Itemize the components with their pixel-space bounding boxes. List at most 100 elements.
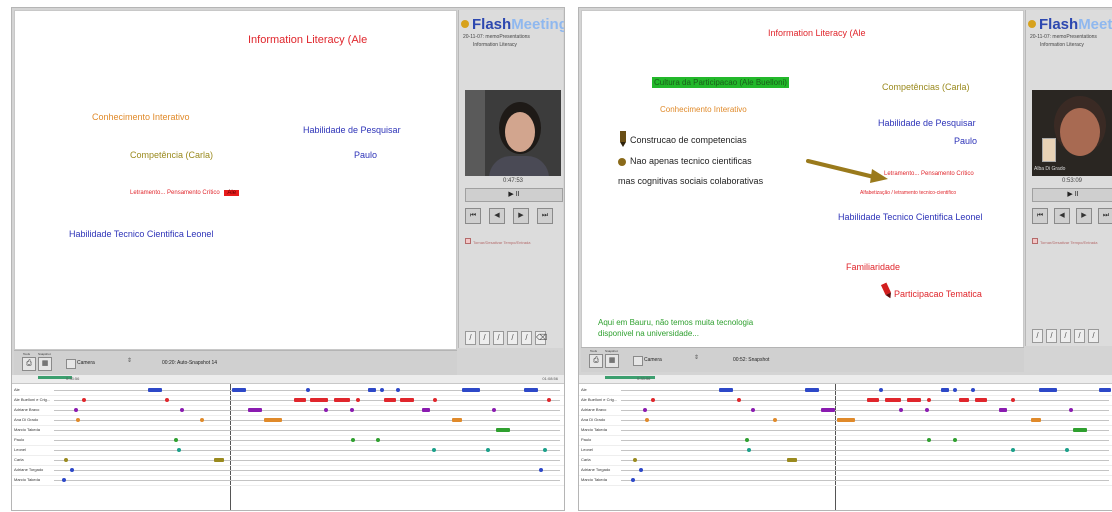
note-universidade[interactable]: disponivel na universidade...: [598, 330, 699, 338]
whiteboard[interactable]: Information Literacy (Ale Conhecimento I…: [14, 10, 457, 350]
note-familiaridade[interactable]: Familiaridade: [846, 263, 900, 272]
right-flashmeeting-window: Information Literacy (Ale Cultura da Par…: [578, 7, 1112, 511]
note-construcao[interactable]: Construcao de competencias: [618, 131, 747, 147]
stepper-icon[interactable]: ⇕: [127, 357, 132, 364]
checkbox-icon[interactable]: [1032, 238, 1038, 244]
snapshot-label: Snapshot: [605, 349, 618, 353]
note-bauru[interactable]: Aqui em Bauru, não temos muita tecnologi…: [598, 319, 753, 327]
note-habilidade-tecnico[interactable]: Habilidade Tecnico Cientifica Leonel: [838, 213, 982, 222]
face-shape: [505, 112, 535, 152]
pen4-icon[interactable]: /: [1074, 329, 1085, 343]
whiteboard[interactable]: Information Literacy (Ale Cultura da Par…: [581, 10, 1024, 348]
note-title[interactable]: Information Literacy (Ale: [248, 35, 367, 46]
print-icon[interactable]: ⎙: [22, 357, 36, 371]
note-conhecimento[interactable]: Conhecimento Interativo: [92, 113, 190, 122]
note-competencia[interactable]: Competência (Carla): [130, 151, 213, 160]
flashmeeting-logo: FlashMeeting: [1028, 16, 1112, 33]
side-panel: FlashMeeting 20-11-07: memoPresentations…: [458, 10, 564, 348]
note-alfabetizacao[interactable]: Alfabetização / letramento tecnico-cient…: [860, 191, 956, 196]
toggle-checkbox[interactable]: Tornar/Desativar Tempo/Entrada: [465, 238, 531, 245]
pen2-icon[interactable]: /: [1046, 329, 1057, 343]
meeting-subtitle: Information Literacy: [1040, 42, 1084, 48]
flashmeeting-logo: FlashMeeting: [461, 16, 564, 33]
pen-icon[interactable]: /: [1032, 329, 1043, 343]
note-habilidade-tecnico[interactable]: Habilidade Tecnico Cientifica Leonel: [69, 230, 213, 239]
rewind-icon[interactable]: ⏮: [465, 208, 481, 224]
note-cognitivas[interactable]: mas cognitivas sociais colaborativas: [618, 177, 763, 186]
end-icon[interactable]: ⏭: [537, 208, 553, 224]
checkbox-icon[interactable]: [465, 238, 471, 244]
note-competencias[interactable]: Competências (Carla): [882, 83, 970, 92]
note-habilidade-pesquisar[interactable]: Habilidade de Pesquisar: [878, 119, 976, 128]
status-text: 00:52: Snapshot: [733, 357, 770, 363]
letramento-tag: Ale: [224, 190, 240, 196]
tools-label: Tools: [23, 352, 31, 356]
note-nao-apenas[interactable]: Nao apenas tecnico cientificas: [618, 157, 752, 166]
marker-pen-icon: [880, 282, 891, 299]
snapshot-icon[interactable]: ▦: [38, 357, 52, 371]
bottom-toolbar: Tools Snapshot ⎙ ▦ Camera ⇕ 00:20: Auto-…: [14, 350, 457, 375]
note-letramento-text: Letramento... Pensamento Crítico: [130, 190, 220, 196]
bullet-icon: [618, 157, 626, 166]
note-habilidade-pesquisar[interactable]: Habilidade de Pesquisar: [303, 126, 401, 135]
pen3-icon[interactable]: /: [1060, 329, 1071, 343]
tools-label: Tools: [590, 349, 598, 353]
elapsed-time: 0:53:09: [1061, 178, 1083, 184]
forward-icon[interactable]: ▶: [1076, 208, 1092, 224]
timeline-end: 01:08:56: [542, 376, 558, 381]
snapshot-label: Snapshot: [38, 352, 51, 356]
elapsed-time: 0:47:53: [502, 178, 524, 184]
bottom-toolbar: Tools Snapshot ⎙ ▦ Camera ⇕ 00:52: Snaps…: [581, 347, 1024, 372]
play-pause-button[interactable]: ▶ II: [465, 188, 563, 202]
note-participacao[interactable]: Participacao Tematica: [880, 282, 982, 299]
note-cultura[interactable]: Cultura da Participacao (Ale Buelloni): [652, 77, 789, 88]
timeline-panel[interactable]: 0:33:56 01:08:56 Ale Ale Buelloni e Crig…: [12, 375, 564, 510]
note-conhecimento[interactable]: Conhecimento Interativo: [660, 106, 747, 114]
pen5-icon[interactable]: /: [521, 331, 532, 345]
timeline-start: 0:33:56: [66, 376, 80, 381]
face-shape: [1060, 108, 1100, 156]
video-caption: Alba Di Grado: [1034, 166, 1066, 172]
end-icon[interactable]: ⏭: [1098, 208, 1112, 224]
eraser-icon[interactable]: ⌫: [535, 331, 547, 345]
meeting-subtitle: Information Literacy: [473, 42, 517, 48]
note-title[interactable]: Information Literacy (Ale: [768, 29, 866, 38]
toggle-checkbox[interactable]: Tornar/Desativar Tempo/Entrada: [1032, 238, 1098, 245]
pen4-icon[interactable]: /: [507, 331, 518, 345]
pen3-icon[interactable]: /: [493, 331, 504, 345]
snapshot-icon[interactable]: ▦: [605, 354, 619, 368]
timeline-row: Marcio Takeda: [12, 475, 564, 486]
timeline-start: 0:33:56: [637, 376, 651, 381]
forward-icon[interactable]: ▶: [513, 208, 529, 224]
print-icon[interactable]: ⎙: [589, 354, 603, 368]
note-paulo[interactable]: Paulo: [354, 151, 377, 160]
camera-label: Camera: [644, 357, 662, 363]
drawing-tools: / / / / / ⌫: [459, 326, 563, 348]
marker-pen-icon: [620, 131, 626, 147]
note-paulo[interactable]: Paulo: [954, 137, 977, 146]
drawing-tools: / / / / /: [1026, 324, 1112, 346]
timeline-row: Marcio Takeda: [579, 475, 1112, 486]
camera-checkbox[interactable]: [633, 356, 643, 366]
meeting-date: 20-11-07: memoPresentations: [463, 34, 530, 40]
logo-dot-icon: [461, 20, 469, 28]
pen5-icon[interactable]: /: [1088, 329, 1099, 343]
timeline-panel[interactable]: 0:33:56 Ale Ale Buelloni e Crig... Adria…: [579, 375, 1112, 510]
timeline-header: 0:33:56: [579, 375, 1112, 384]
logo-dot-icon: [1028, 20, 1036, 28]
timeline-header: 0:33:56 01:08:56: [12, 375, 564, 384]
note-letramento[interactable]: Letramento... Pensamento Crítico Ale: [130, 190, 240, 196]
camera-checkbox[interactable]: [66, 359, 76, 369]
pen2-icon[interactable]: /: [479, 331, 490, 345]
video-feed: [465, 90, 561, 176]
stepper-icon[interactable]: ⇕: [694, 354, 699, 361]
play-pause-button[interactable]: ▶ II: [1032, 188, 1112, 202]
rewind-icon[interactable]: ⏮: [1032, 208, 1048, 224]
back-icon[interactable]: ◀: [489, 208, 505, 224]
meeting-date: 20-11-07: memoPresentations: [1030, 34, 1097, 40]
pen-icon[interactable]: /: [465, 331, 476, 345]
video-feed: Alba Di Grado: [1032, 90, 1112, 176]
note-letramento[interactable]: Letramento... Pensamento Crítico: [884, 171, 974, 177]
back-icon[interactable]: ◀: [1054, 208, 1070, 224]
status-text: 00:20: Auto-Snapshot 14: [162, 360, 218, 366]
